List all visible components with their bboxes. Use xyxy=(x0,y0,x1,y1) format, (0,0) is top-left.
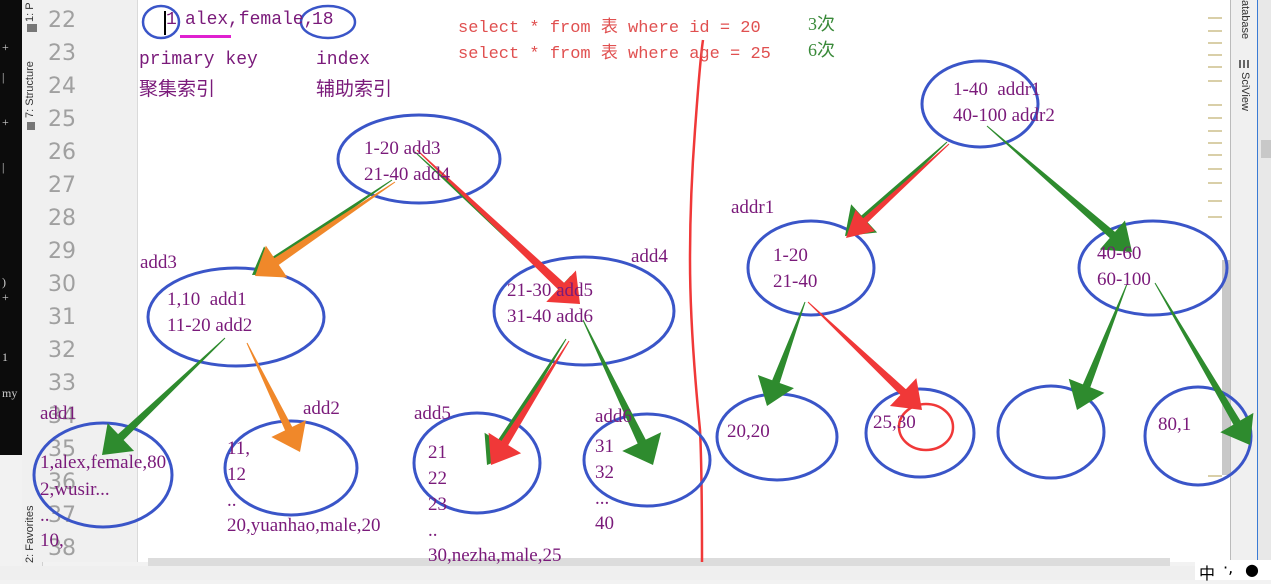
ime-indicator[interactable]: 中 ·, ● xyxy=(1195,558,1271,583)
secondary-leaf-text: 80,1 xyxy=(1158,414,1192,435)
root-line-2: 21-40 add4 xyxy=(364,164,451,185)
arrow-green xyxy=(102,337,226,455)
add3-line-2: 11-20 add2 xyxy=(167,315,253,336)
add3-line-1: 1,10 add1 xyxy=(167,289,247,310)
add6-row: 32 xyxy=(595,462,614,483)
moon-icon[interactable]: ● xyxy=(1245,560,1259,579)
record-rest: ,female, xyxy=(228,10,315,30)
record-id: 1 xyxy=(166,10,177,30)
root-line-1: 1-20 add3 xyxy=(364,138,441,159)
secondary-right-line-2: 60-100 xyxy=(1097,269,1151,290)
add2-row: 20,yuanhao,male,20 xyxy=(227,515,381,536)
arrow-green xyxy=(986,125,1132,252)
add1-label: add1 xyxy=(40,403,77,424)
arrow-orange xyxy=(255,181,396,278)
name-underline xyxy=(180,35,231,38)
ime-punct[interactable]: ·, xyxy=(1223,558,1233,577)
secondary-leaf-text: 20,20 xyxy=(727,421,770,442)
query-2: select * from 表 where age = 25 xyxy=(458,45,771,64)
arrow-red xyxy=(846,143,950,238)
add6-row: 31 xyxy=(595,436,614,457)
add1-row: 10, xyxy=(40,530,64,551)
secondary-root-line-1: 1-40 addr1 xyxy=(953,79,1041,100)
arrow-orange xyxy=(246,342,306,452)
add5-label: add5 xyxy=(414,403,451,424)
add4-line-2: 31-40 add6 xyxy=(507,306,594,327)
secondary-index-label: 辅助索引 xyxy=(316,79,393,100)
secondary-root-line-2: 40-100 addr2 xyxy=(953,105,1055,126)
record-name: alex xyxy=(185,10,229,30)
add6-row: 40 xyxy=(595,513,614,534)
add4-line-1: 21-30 add5 xyxy=(507,280,594,301)
add1-row: .. xyxy=(40,505,50,526)
secondary-left-line-1: 1-20 xyxy=(773,245,808,266)
add3-label: add3 xyxy=(140,252,177,273)
add2-row: 12 xyxy=(227,464,246,485)
arrow-green xyxy=(757,301,806,406)
add6-label: add6 xyxy=(595,406,632,427)
add1-row: 2,wusir... xyxy=(40,479,110,500)
add5-row: 22 xyxy=(428,468,447,489)
add2-label: add2 xyxy=(303,398,340,419)
add5-row: 30,nezha,male,25 xyxy=(428,545,562,566)
add5-row: 23 xyxy=(428,494,447,515)
secondary-left-line-2: 21-40 xyxy=(773,271,818,292)
record-age: 18 xyxy=(312,10,334,30)
add4-label: add4 xyxy=(631,246,668,267)
add5-row: 21 xyxy=(428,442,447,463)
addr1-label: addr1 xyxy=(731,197,775,218)
query-1: select * from 表 where id = 20 xyxy=(458,19,761,38)
add1-row: 1,alex,female,80 xyxy=(40,452,167,473)
secondary-root-node xyxy=(920,59,1040,149)
add5-row: .. xyxy=(428,520,438,541)
clustered-index-label: 聚集索引 xyxy=(139,79,216,100)
arrow-red xyxy=(488,340,570,465)
arrow-red xyxy=(807,301,922,410)
ime-mode[interactable]: 中 xyxy=(1199,560,1215,584)
secondary-right-line-1: 40-60 xyxy=(1097,243,1142,264)
primary-key-label: primary key xyxy=(139,50,258,70)
arrow-green xyxy=(1068,283,1128,410)
secondary-right-node xyxy=(1077,219,1229,317)
add2-row: 11, xyxy=(227,438,251,459)
query-2-count: 6次 xyxy=(808,40,835,60)
add1-leaf xyxy=(32,421,174,529)
query-1-count: 3次 xyxy=(808,14,835,34)
index-label: index xyxy=(316,50,371,70)
add2-row: .. xyxy=(227,490,237,511)
secondary-leaf-text: 25,30 xyxy=(873,412,916,433)
add6-row: ... xyxy=(595,488,610,509)
